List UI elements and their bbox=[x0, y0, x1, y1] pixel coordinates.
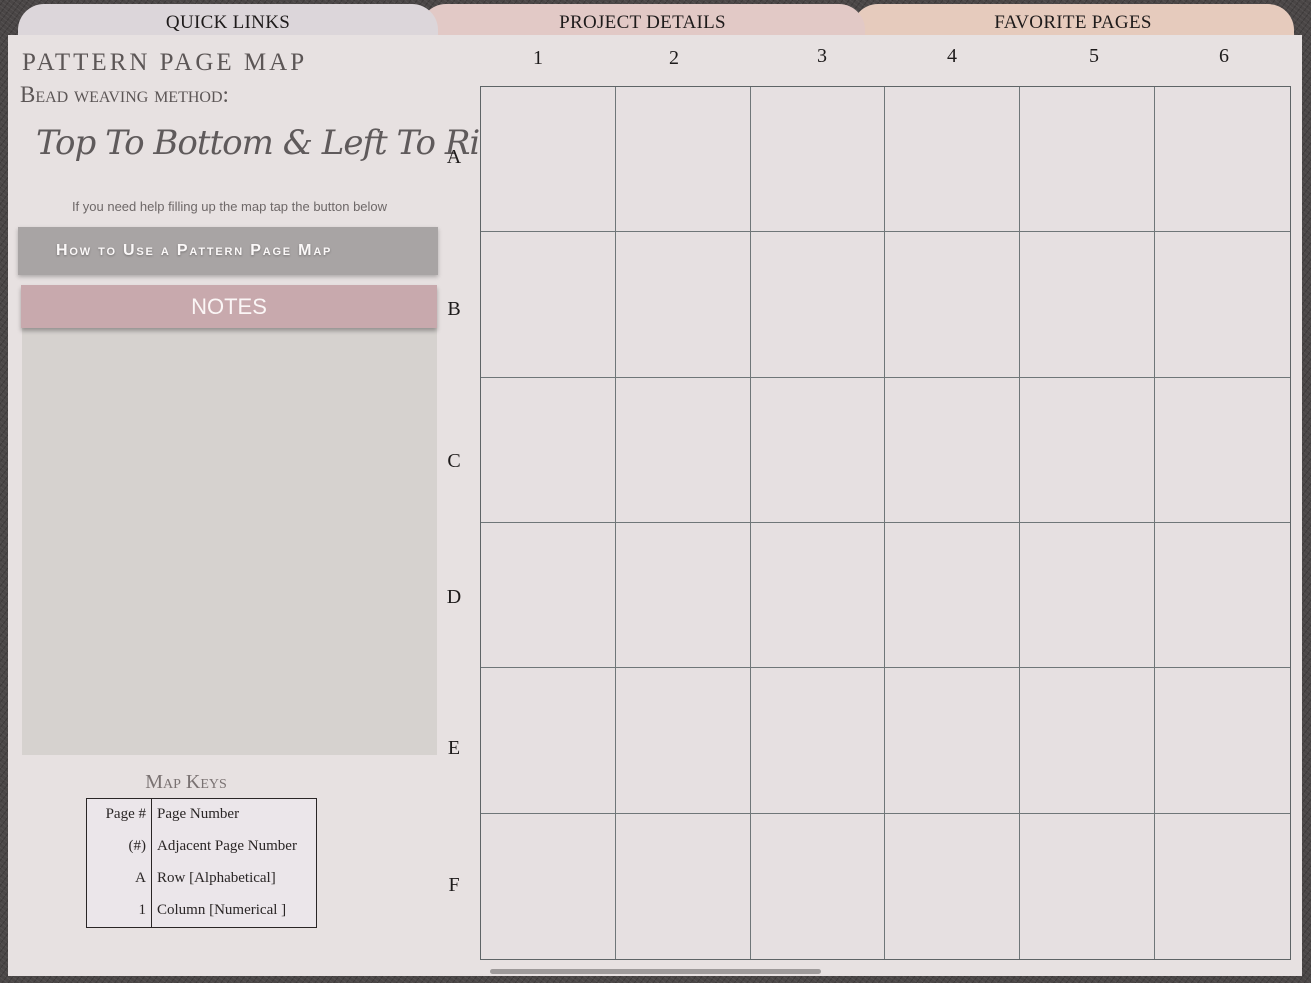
row-header: A bbox=[446, 146, 462, 168]
map-key-description: Column [Numerical ] bbox=[157, 902, 287, 918]
page-map-grid bbox=[480, 86, 1291, 960]
column-header: 2 bbox=[669, 47, 679, 69]
grid-cell-e3[interactable] bbox=[750, 668, 886, 814]
grid-cell-b5[interactable] bbox=[1020, 232, 1156, 378]
map-key: Page # bbox=[86, 798, 152, 831]
row-header: D bbox=[446, 586, 462, 608]
grid-cell-c5[interactable] bbox=[1020, 377, 1156, 523]
column-header: 6 bbox=[1219, 45, 1229, 67]
grid-cell-f6[interactable] bbox=[1155, 813, 1290, 959]
column-header: 1 bbox=[533, 47, 543, 69]
column-header: 5 bbox=[1089, 45, 1099, 67]
notes-input[interactable] bbox=[22, 328, 437, 755]
map-key-row: (#) Adjacent Page Number bbox=[86, 831, 317, 863]
horizontal-scrollbar[interactable] bbox=[490, 969, 821, 974]
grid-cell-c4[interactable] bbox=[885, 377, 1021, 523]
grid-cell-b4[interactable] bbox=[885, 232, 1021, 378]
row-header: B bbox=[447, 298, 461, 320]
grid-cell-a3[interactable] bbox=[750, 87, 886, 233]
grid-cell-d6[interactable] bbox=[1155, 522, 1290, 669]
help-text: If you need help filling up the map tap … bbox=[71, 199, 388, 214]
grid-cell-d2[interactable] bbox=[615, 522, 751, 669]
map-key: (#) bbox=[86, 831, 152, 863]
grid-cell-b3[interactable] bbox=[750, 232, 886, 378]
pattern-page-map-page: PATTERN PAGE MAP Bead weaving method: To… bbox=[8, 35, 1302, 976]
page-title: PATTERN PAGE MAP bbox=[22, 49, 308, 76]
column-header: 4 bbox=[947, 45, 957, 67]
grid-cell-a2[interactable] bbox=[615, 87, 751, 233]
map-key-row: A Row [Alphabetical] bbox=[86, 863, 317, 895]
grid-cell-c3[interactable] bbox=[750, 377, 886, 523]
map-key: A bbox=[86, 863, 152, 895]
grid-cell-e6[interactable] bbox=[1155, 668, 1290, 814]
map-key-description: Adjacent Page Number bbox=[157, 838, 297, 854]
grid-cell-e2[interactable] bbox=[615, 668, 751, 814]
row-header: E bbox=[447, 737, 461, 759]
grid-cell-a1[interactable] bbox=[481, 87, 616, 233]
grid-cell-b6[interactable] bbox=[1155, 232, 1290, 378]
grid-cell-c2[interactable] bbox=[615, 377, 751, 523]
grid-cell-f5[interactable] bbox=[1020, 813, 1156, 959]
grid-cell-f2[interactable] bbox=[615, 813, 751, 959]
grid-cell-e5[interactable] bbox=[1020, 668, 1156, 814]
map-keys-table: Page # Page Number (#) Adjacent Page Numbe… bbox=[86, 798, 317, 928]
grid-cell-d3[interactable] bbox=[750, 522, 886, 669]
notes-button[interactable]: NOTES bbox=[21, 285, 437, 328]
grid-cell-c6[interactable] bbox=[1155, 377, 1290, 523]
row-header: F bbox=[448, 874, 460, 896]
grid-cell-d4[interactable] bbox=[885, 522, 1021, 669]
column-header: 3 bbox=[817, 45, 827, 67]
map-key-row: Page # Page Number bbox=[86, 798, 317, 831]
how-to-use-button[interactable]: How to Use a Pattern Page Map bbox=[18, 227, 438, 275]
map-keys-title: Map Keys bbox=[145, 771, 227, 793]
grid-cell-f3[interactable] bbox=[750, 813, 886, 959]
page-subtitle: Bead weaving method: bbox=[20, 82, 229, 107]
grid-cell-e1[interactable] bbox=[481, 668, 616, 814]
map-key: 1 bbox=[86, 895, 152, 928]
grid-cell-b2[interactable] bbox=[615, 232, 751, 378]
grid-cell-b1[interactable] bbox=[481, 232, 616, 378]
map-key-row: 1 Column [Numerical ] bbox=[86, 895, 317, 928]
grid-cell-d1[interactable] bbox=[481, 522, 616, 669]
map-key-description: Page Number bbox=[157, 806, 240, 822]
grid-cell-a5[interactable] bbox=[1020, 87, 1156, 233]
row-header: C bbox=[447, 450, 461, 472]
grid-cell-f4[interactable] bbox=[885, 813, 1021, 959]
map-key-description: Row [Alphabetical] bbox=[157, 870, 276, 886]
grid-cell-d5[interactable] bbox=[1020, 522, 1156, 669]
grid-cell-f1[interactable] bbox=[481, 813, 616, 959]
grid-cell-c1[interactable] bbox=[481, 377, 616, 523]
grid-cell-a6[interactable] bbox=[1155, 87, 1290, 233]
grid-cell-e4[interactable] bbox=[885, 668, 1021, 814]
grid-cell-a4[interactable] bbox=[885, 87, 1021, 233]
